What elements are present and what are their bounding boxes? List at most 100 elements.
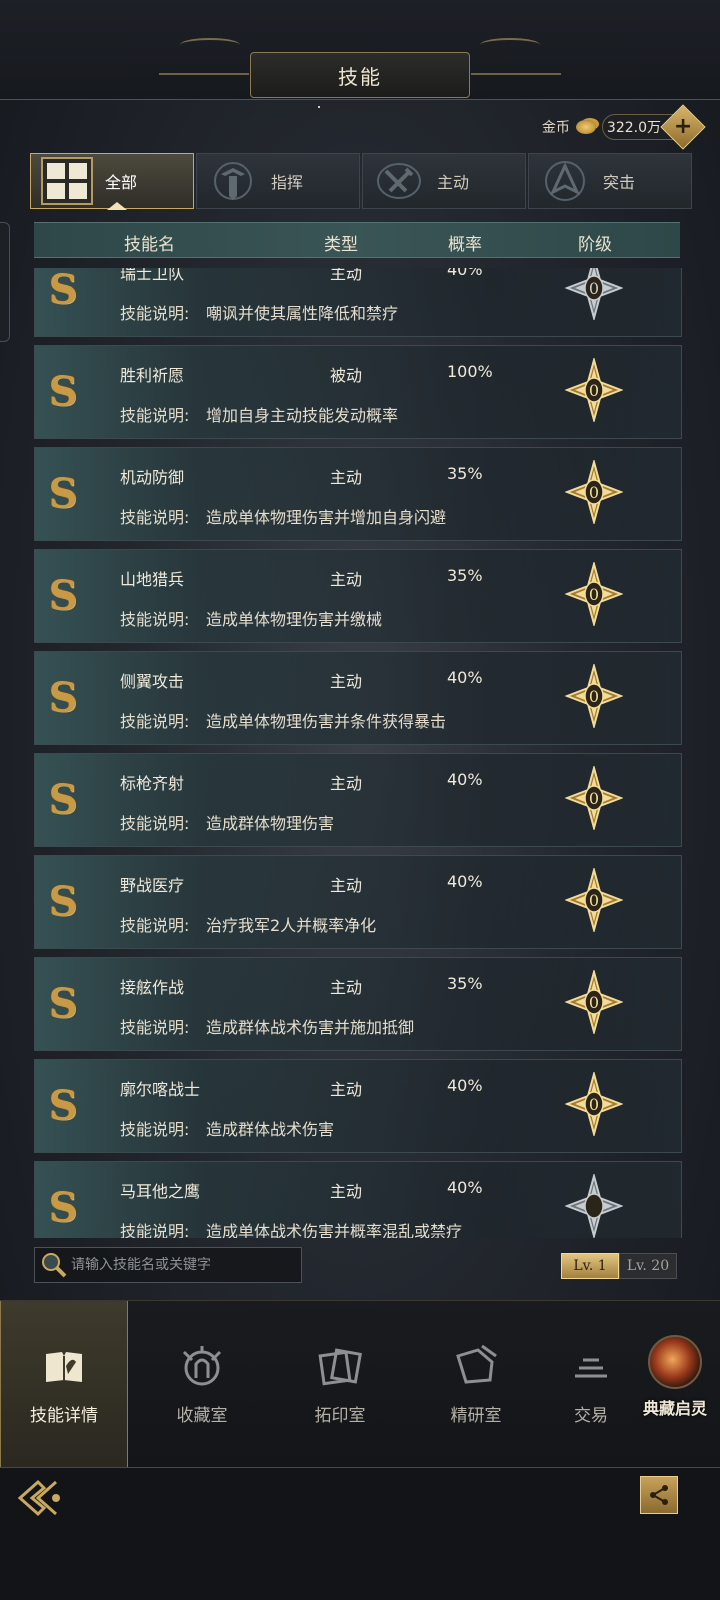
assault-icon [539, 157, 591, 205]
tier-star-icon[interactable]: 0 [564, 866, 624, 934]
coin-icon [575, 120, 596, 134]
tab-active-skill[interactable]: 主动 [362, 153, 526, 209]
tier-star-icon[interactable]: 0 [564, 268, 624, 322]
skill-desc-label: 技能说明: [120, 406, 190, 425]
skill-type: 主动 [330, 468, 363, 487]
tab-label: 全部 [105, 173, 138, 192]
skill-row[interactable]: S 瑞士卫队 主动 40% 技能说明: 嘲讽并使其属性降低和禁疗 0 [34, 268, 682, 337]
tier-value: 0 [589, 789, 599, 808]
tab-command[interactable]: 指挥 [196, 153, 360, 209]
skill-desc-label: 技能说明: [120, 610, 190, 629]
grid-icon [41, 157, 93, 205]
skill-type: 主动 [330, 876, 363, 895]
skill-desc: 造成单体物理伤害并增加自身闪避 [206, 508, 447, 527]
skill-desc: 造成群体物理伤害 [206, 814, 335, 833]
level-20-button[interactable]: Lv. 20 [619, 1253, 677, 1279]
skill-rate: 35% [447, 566, 483, 585]
active-skill-icon [373, 157, 425, 205]
tier-value: 0 [589, 891, 599, 910]
grade-badge: S [48, 776, 78, 823]
skill-desc: 造成单体物理伤害并条件获得暴击 [206, 712, 447, 731]
skill-desc: 造成群体战术伤害 [206, 1120, 335, 1139]
nav-label: 收藏室 [176, 1406, 228, 1426]
skill-desc: 增加自身主动技能发动概率 [206, 406, 399, 425]
footer-bar [0, 1467, 720, 1600]
tier-star-icon[interactable]: 0 [564, 458, 624, 526]
skill-name: 瑞士卫队 [120, 268, 185, 283]
tier-value: 0 [589, 279, 599, 298]
nav-skill-detail[interactable]: 技能详情 [0, 1301, 128, 1468]
tier-star-icon[interactable]: 0 [564, 1070, 624, 1138]
plus-icon: + [673, 114, 693, 139]
skill-type: 主动 [330, 978, 363, 997]
tier-star-icon[interactable]: 0 [564, 968, 624, 1036]
search-input[interactable] [71, 1257, 301, 1273]
tier-value: 0 [589, 585, 599, 604]
tier-star-icon[interactable]: 0 [564, 662, 624, 730]
tab-all[interactable]: 全部 [30, 153, 194, 210]
rubbing-icon [315, 1343, 365, 1389]
skill-name: 机动防御 [120, 468, 185, 487]
nav-label: 交易 [574, 1406, 608, 1426]
share-icon[interactable] [640, 1476, 678, 1514]
grade-badge: S [48, 674, 78, 721]
grade-badge: S [48, 980, 78, 1027]
tier-value: 0 [589, 993, 599, 1012]
trade-icon [566, 1343, 616, 1389]
nav-research[interactable]: 精研室 [412, 1301, 540, 1468]
tier-star-icon[interactable]: 0 [564, 356, 624, 424]
skill-desc: 造成单体物理伤害并缴械 [206, 610, 383, 629]
column-header-type[interactable]: 类型 [324, 230, 358, 255]
skill-desc-label: 技能说明: [120, 712, 190, 731]
skill-desc-label: 技能说明: [120, 814, 190, 833]
column-header-name[interactable]: 技能名 [124, 230, 175, 255]
skill-rate: 40% [447, 770, 483, 789]
skill-rate: 100% [447, 362, 493, 381]
tier-star-icon[interactable]: 0 [564, 560, 624, 628]
skill-row[interactable]: S 机动防御 主动 35% 技能说明: 造成单体物理伤害并增加自身闪避 0 [34, 447, 682, 541]
side-drawer-handle[interactable] [0, 222, 10, 342]
nav-rubbing[interactable]: 拓印室 [276, 1301, 404, 1468]
tab-label: 主动 [437, 173, 470, 192]
grade-badge: S [48, 878, 78, 925]
column-header-rate[interactable]: 概率 [448, 230, 482, 255]
skill-type: 主动 [330, 774, 363, 793]
tier-star-icon[interactable]: 0 [564, 764, 624, 832]
nav-label: 技能详情 [30, 1406, 98, 1426]
nav-trade[interactable]: 交易 [546, 1301, 636, 1468]
nav-collection[interactable]: 收藏室 [138, 1301, 266, 1468]
column-header-tier[interactable]: 阶级 [578, 230, 612, 255]
skill-row[interactable]: S 廓尔喀战士 主动 40% 技能说明: 造成群体战术伤害 0 [34, 1059, 682, 1153]
skill-row[interactable]: S 接舷作战 主动 35% 技能说明: 造成群体战术伤害并施加抵御 0 [34, 957, 682, 1051]
back-icon[interactable] [16, 1478, 64, 1518]
skill-row[interactable]: S 侧翼攻击 主动 40% 技能说明: 造成单体物理伤害并条件获得暴击 0 [34, 651, 682, 745]
skill-row[interactable]: S 山地猎兵 主动 35% 技能说明: 造成单体物理伤害并缴械 0 [34, 549, 682, 643]
tab-assault[interactable]: 突击 [528, 153, 692, 209]
table-header: 技能名 类型 概率 阶级 [34, 222, 680, 258]
skill-name: 山地猎兵 [120, 570, 185, 589]
skill-desc-label: 技能说明: [120, 1120, 190, 1139]
ornament-left [180, 38, 240, 52]
skill-type: 主动 [330, 268, 363, 283]
skill-name: 马耳他之鹰 [120, 1182, 201, 1201]
skill-name: 侧翼攻击 [120, 672, 185, 691]
skill-desc-label: 技能说明: [120, 304, 190, 323]
skill-rate: 40% [447, 1076, 483, 1095]
tier-value: 0 [589, 483, 599, 502]
skill-rate: 40% [447, 872, 483, 891]
skill-row[interactable]: S 马耳他之鹰 主动 40% 技能说明: 造成单体战术伤害并概率混乱或禁疗 [34, 1161, 682, 1238]
skill-row[interactable]: S 野战医疗 主动 40% 技能说明: 治疗我军2人并概率净化 0 [34, 855, 682, 949]
treasure-button[interactable]: 典藏启灵 [630, 1335, 720, 1419]
skill-row[interactable]: S 标枪齐射 主动 40% 技能说明: 造成群体物理伤害 0 [34, 753, 682, 847]
skill-row[interactable]: S 胜利祈愿 被动 100% 技能说明: 增加自身主动技能发动概率 0 [34, 345, 682, 439]
level-1-button[interactable]: Lv. 1 [561, 1253, 619, 1279]
add-currency-button[interactable]: + [660, 104, 706, 150]
skill-list[interactable]: S 瑞士卫队 主动 40% 技能说明: 嘲讽并使其属性降低和禁疗 0 S 胜利祈… [34, 268, 682, 1238]
tier-star-icon[interactable] [564, 1172, 624, 1238]
skill-desc: 造成群体战术伤害并施加抵御 [206, 1018, 415, 1037]
search-icon[interactable] [37, 1248, 71, 1282]
skill-desc: 造成单体战术伤害并概率混乱或禁疗 [206, 1222, 463, 1238]
treasure-orb-icon [648, 1335, 702, 1389]
currency-value: 322.0万 [606, 120, 661, 136]
ornament-right [480, 38, 540, 52]
